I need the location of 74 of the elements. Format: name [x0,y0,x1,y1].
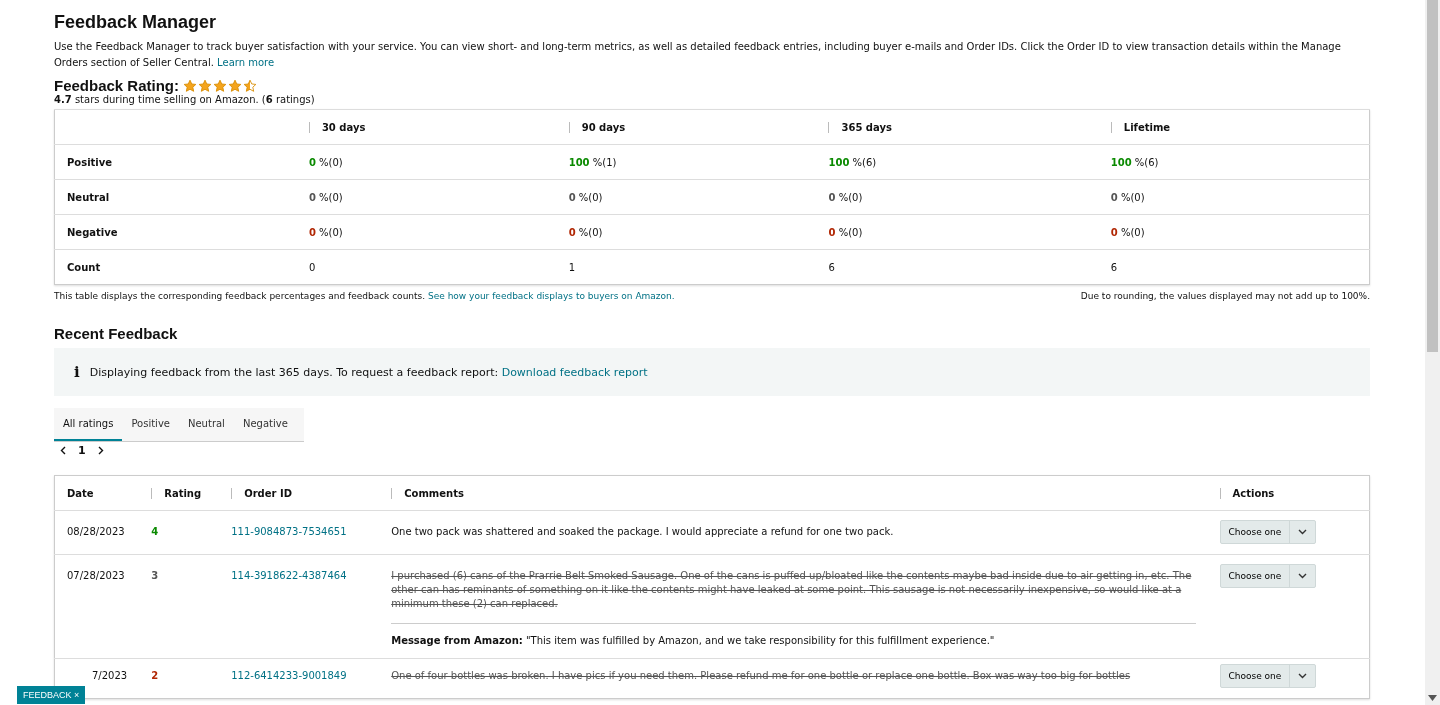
date-cell: 08/28/2023 [54,510,140,555]
next-page-icon[interactable] [97,446,104,455]
info-icon: i [74,363,80,381]
comment-text: I purchased (6) cans of the Prarrie Belt Smoked Sausage. One of the cans is puffed up/bloated like the contents maybe bad inside due to air getting in, etc. The other can has reminants of something on it like the contents might have leaked at some point. This sausage is not necessarily inexpensive, so would like at a minimum these (2) can replaced. [391,569,1193,611]
table-cell: 0 %(0) [296,179,557,215]
star-icon [213,78,228,93]
star-icon [228,78,243,93]
row-label: Positive [54,144,297,180]
table-cell: 0 [296,249,557,285]
table-cell: 6 [816,249,1099,285]
row-label: Count [54,249,297,285]
column-header: 30 days [308,121,366,133]
table-cell: 0 %(0) [556,179,817,215]
rating-cell: 2 [139,658,220,699]
learn-more-link[interactable]: Learn more [217,57,275,68]
order-id-link[interactable]: 114-3918622-4387464 [231,570,347,581]
page-title: Feedback Manager [54,12,218,33]
date-cell: 07/28/2023 [54,554,140,659]
order-id-link[interactable]: 112-6414233-9001849 [231,670,347,681]
column-header: 365 days [828,121,892,133]
filter-tab[interactable]: Positive [122,408,179,441]
table-cell: 100 %(6) [816,144,1099,180]
table-cell: 0 %(0) [296,214,557,250]
rating-cell: 4 [139,510,220,555]
table-cell: 0 %(0) [1098,214,1370,250]
amazon-message: Message from Amazon: "This item was fulfilled by Amazon, and we take responsibility for this fulfillment experience." [391,623,1196,648]
caret-icon [1298,529,1308,535]
filter-tab[interactable]: All ratings [54,408,123,441]
page-number[interactable]: 1 [78,444,86,457]
table-cell: 100 %(6) [1098,144,1370,180]
column-header: 90 days [568,121,626,133]
action-dropdown[interactable]: Choose one [1219,664,1317,688]
column-header: Actions [1219,487,1275,499]
download-report-link[interactable]: Download feedback report [501,365,648,379]
scroll-down-icon[interactable] [1428,695,1437,701]
rating-label: Feedback Rating: [54,77,180,94]
intro-text: Use the Feedback Manager to track buyer satisfaction with your service. You can view short- and long-term metrics, as well as detailed feedback entries, including buyer e-mails and Order IDs. Click the Order ID to view transaction details within the Manage Orders section of Seller Central. Learn more [54,40,1342,70]
column-header: Order ID [231,487,292,499]
star-icon [243,78,258,93]
column-header: Date [67,487,94,499]
feedback-display-link[interactable]: See how your feedback displays to buyers on Amazon. [428,291,675,301]
table-cell: 0 %(0) [816,179,1099,215]
scrollbar[interactable] [1425,0,1440,705]
table-cell: 0 %(0) [296,144,557,180]
rounding-note: Due to rounding, the values displayed may not add up to 100%. [1080,291,1370,301]
star-icon [198,78,213,93]
table-cell: 0 %(0) [556,214,817,250]
previous-page-icon[interactable] [60,446,66,455]
order-id-link[interactable]: 111-9084873-7534651 [231,526,347,537]
section-title: Recent Feedback [54,325,179,342]
row-label: Negative [54,214,297,250]
table-cell: 0 %(0) [816,214,1099,250]
info-text: Displaying feedback from the last 365 days. To request a feedback report: Download feedback report [89,365,648,379]
filter-tab[interactable]: Neutral [179,408,234,441]
caret-icon [1298,573,1308,579]
feedback-tab[interactable]: FEEDBACK × [17,686,86,704]
action-dropdown[interactable]: Choose one [1219,564,1317,588]
rating-summary: 4.7 stars during time selling on Amazon. (6 ratings) [54,94,316,105]
column-header: Lifetime [1110,121,1171,133]
table-cell: 1 [556,249,817,285]
caret-icon [1298,673,1308,679]
column-header: Comments [391,487,464,499]
comment-text: One two pack was shattered and soaked the package. I would appreciate a refund for one two pack. [391,525,895,539]
star-icon [183,78,198,93]
comment-text: One of four bottles was broken. I have pics if you need them. Please refund me for one bottle or replace one bottle. Box was way too big for bottles [391,669,1132,683]
row-label: Neutral [54,179,297,215]
table-cell: 100 %(1) [556,144,817,180]
column-header: Rating [151,487,202,499]
action-dropdown[interactable]: Choose one [1219,520,1317,544]
table-note: This table displays the corresponding feedback percentages and feedback counts. See how your feedback displays to buyers on Amazon. [54,291,675,301]
table-cell: 6 [1098,249,1370,285]
table-cell: 0 %(0) [1098,179,1370,215]
rating-cell: 3 [139,554,220,659]
filter-tab[interactable]: Negative [233,408,297,441]
